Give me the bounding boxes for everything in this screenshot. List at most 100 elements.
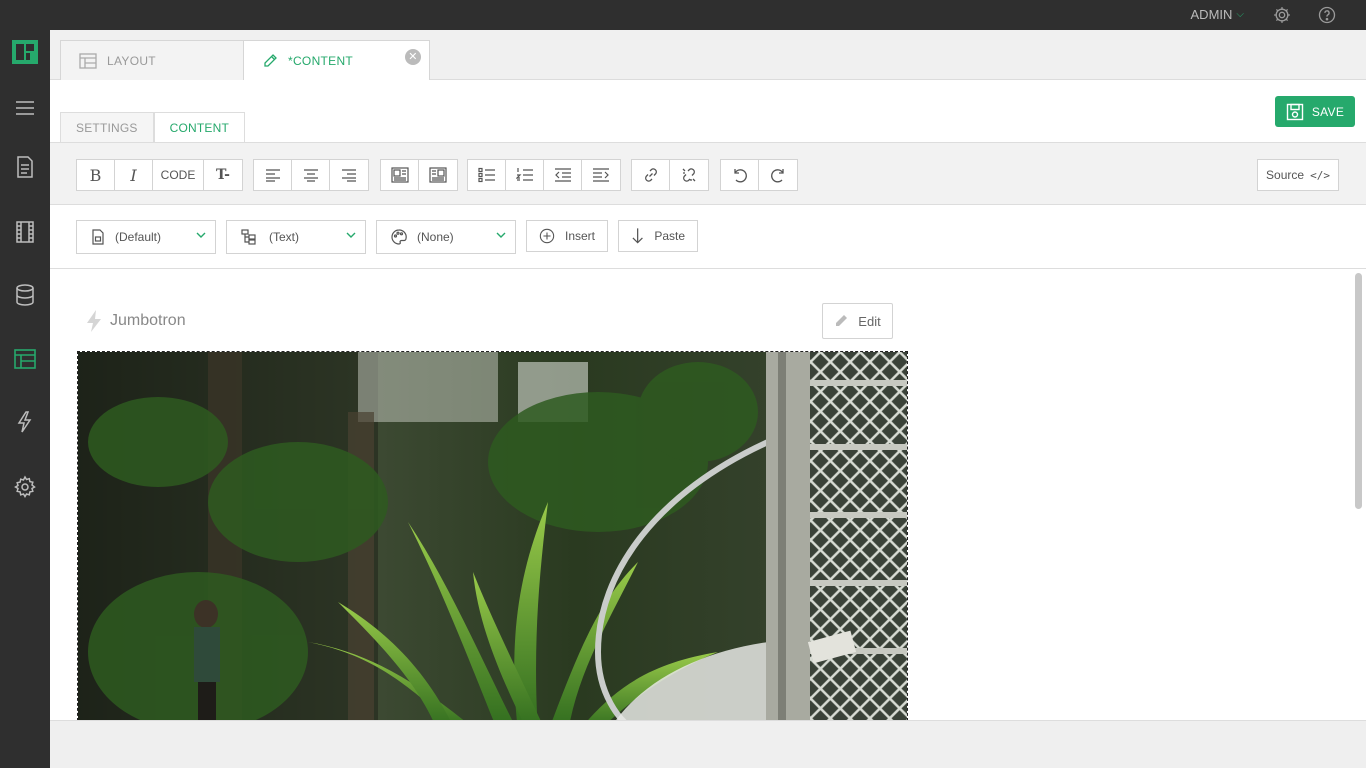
jumbotron-image[interactable]	[77, 351, 908, 720]
code-brackets-icon: </>	[1310, 168, 1330, 182]
pencil-icon	[264, 54, 277, 67]
gear-icon[interactable]	[1272, 5, 1292, 25]
block-header: Jumbotron	[86, 310, 186, 332]
edit-button[interactable]: Edit	[822, 303, 893, 339]
style-select[interactable]: (Default)	[76, 220, 216, 254]
footer-bar	[50, 720, 1366, 768]
format-row: (Default) (Text) (None) Insert Paste	[50, 205, 1366, 269]
editor-area: SETTINGS CONTENT SAVE B I CODE T- Source…	[50, 80, 1366, 720]
source-button[interactable]: Source </>	[1257, 159, 1339, 191]
block-left-button[interactable]	[381, 160, 419, 190]
unlink-icon	[682, 168, 696, 182]
tab-label: *CONTENT	[288, 54, 354, 68]
redo-icon	[771, 169, 784, 183]
align-group	[253, 159, 369, 191]
outdent-icon	[554, 168, 571, 182]
tab-content-editor[interactable]: CONTENT	[153, 112, 246, 142]
text-format-group: B I CODE T-	[76, 159, 243, 191]
align-left-button[interactable]	[254, 160, 292, 190]
block-title: Jumbotron	[110, 312, 186, 329]
element-select[interactable]: (Text)	[226, 220, 366, 254]
app-logo[interactable]	[12, 40, 38, 64]
menu-icon[interactable]	[13, 96, 37, 120]
theme-select-value: (None)	[417, 230, 454, 244]
document-style-icon	[92, 229, 104, 245]
align-right-icon	[342, 169, 356, 182]
layout-icon[interactable]	[13, 347, 37, 371]
user-menu[interactable]: ADMIN ⌵	[1191, 7, 1244, 22]
lightning-icon[interactable]	[13, 410, 37, 434]
link-group	[631, 159, 709, 191]
close-icon[interactable]: ✕	[405, 49, 421, 65]
align-center-button[interactable]	[292, 160, 330, 190]
italic-button[interactable]: I	[115, 160, 153, 190]
element-select-value: (Text)	[269, 230, 299, 244]
unlink-button[interactable]	[670, 160, 708, 190]
numbered-list-icon	[515, 168, 533, 181]
bold-button[interactable]: B	[77, 160, 115, 190]
italic-icon: I	[130, 165, 137, 185]
bold-icon: B	[89, 165, 102, 185]
block-group	[380, 159, 458, 191]
code-button[interactable]: CODE	[153, 160, 204, 190]
content-canvas: Jumbotron Edit	[50, 270, 1366, 720]
settings-gear-icon[interactable]	[13, 475, 37, 499]
sidebar	[0, 30, 50, 768]
undo-icon	[733, 169, 747, 183]
paste-button[interactable]: Paste	[618, 220, 698, 252]
align-right-button[interactable]	[330, 160, 368, 190]
tab-content[interactable]: *CONTENT ✕	[243, 40, 430, 81]
sub-tabs: SETTINGS CONTENT	[60, 112, 246, 142]
block-left-icon	[390, 167, 409, 183]
film-icon[interactable]	[13, 220, 37, 244]
tab-settings[interactable]: SETTINGS	[60, 112, 154, 142]
indent-button[interactable]	[582, 160, 620, 190]
save-button[interactable]: SAVE	[1275, 96, 1355, 127]
bullet-list-button[interactable]	[468, 160, 506, 190]
arrow-down-icon	[632, 228, 643, 244]
insert-button[interactable]: Insert	[526, 220, 608, 252]
undo-button[interactable]	[721, 160, 759, 190]
paste-label: Paste	[654, 229, 685, 243]
redo-button[interactable]	[759, 160, 797, 190]
chevron-down-icon: ⌵	[1236, 9, 1244, 20]
chevron-down-icon	[495, 229, 507, 244]
palette-icon	[391, 229, 407, 245]
lightning-icon	[87, 310, 101, 332]
code-label: CODE	[160, 168, 196, 182]
save-icon	[1286, 103, 1304, 120]
link-icon	[644, 168, 657, 182]
top-bar: ADMIN ⌵	[0, 0, 1366, 30]
source-label: Source	[1266, 168, 1305, 182]
layout-tab-icon	[79, 52, 97, 69]
plus-circle-icon	[539, 228, 555, 244]
link-button[interactable]	[632, 160, 670, 190]
save-label: SAVE	[1311, 104, 1345, 119]
hierarchy-icon	[241, 229, 256, 245]
clear-format-icon: T-	[216, 167, 230, 183]
clear-format-button[interactable]: T-	[204, 160, 242, 190]
theme-select[interactable]: (None)	[376, 220, 516, 254]
main-panel: LAYOUT *CONTENT ✕ SETTINGS CONTENT SAVE …	[50, 30, 1366, 768]
user-name: ADMIN	[1190, 7, 1233, 22]
outdent-button[interactable]	[544, 160, 582, 190]
block-right-icon	[429, 167, 447, 183]
formatting-toolbar: B I CODE T- Source </>	[50, 142, 1366, 205]
block-right-button[interactable]	[419, 160, 457, 190]
history-group	[720, 159, 798, 191]
tab-layout[interactable]: LAYOUT	[60, 40, 244, 80]
align-center-icon	[303, 169, 318, 182]
align-left-icon	[265, 169, 280, 182]
database-icon[interactable]	[13, 283, 37, 307]
bullet-list-icon	[477, 167, 495, 183]
chevron-down-icon	[195, 229, 207, 244]
document-icon[interactable]	[13, 155, 37, 179]
chevron-down-icon	[345, 229, 357, 244]
pencil-icon	[836, 315, 848, 326]
scrollbar[interactable]	[1355, 273, 1362, 509]
style-select-value: (Default)	[115, 230, 162, 244]
numbered-list-button[interactable]	[506, 160, 544, 190]
indent-icon	[593, 168, 609, 182]
garden-photo	[78, 352, 907, 720]
help-icon[interactable]	[1317, 5, 1337, 25]
